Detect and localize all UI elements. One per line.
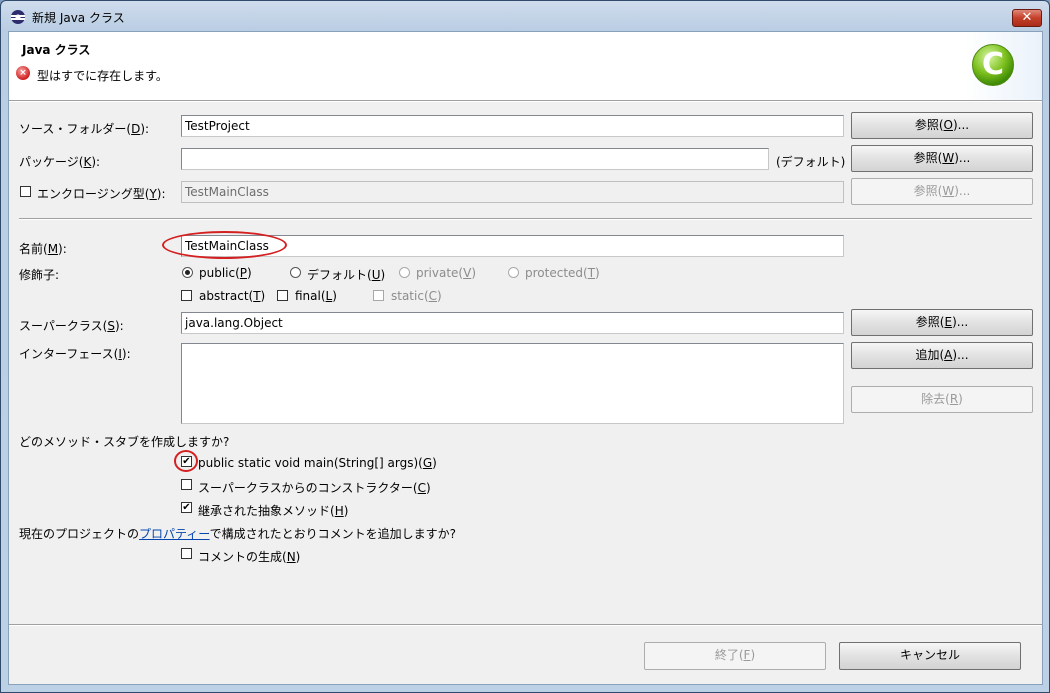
modifiers-label: 修飾子: — [19, 268, 60, 282]
comments-question: 現在のプロジェクトのプロパティーで構成されたとおりコメントを追加しますか? — [19, 527, 456, 541]
inherited-methods-checkbox[interactable]: ✔ — [181, 502, 192, 513]
inherited-methods-label: 継承された抽象メソッド(H) — [198, 504, 349, 518]
window-title: 新規 Java クラス — [32, 11, 125, 25]
class-c-icon: C — [972, 44, 1014, 86]
interfaces-list[interactable] — [181, 343, 844, 424]
constructors-label: スーパークラスからのコンストラクター(C) — [198, 481, 431, 495]
enclosing-type-browse-button[interactable]: 参照(W)... — [851, 178, 1033, 205]
enclosing-type-checkbox[interactable] — [20, 186, 31, 197]
source-folder-field[interactable]: TestProject — [181, 115, 844, 137]
name-label: 名前(M): — [19, 242, 67, 256]
public-label: public(P) — [199, 266, 252, 280]
package-browse-button[interactable]: 参照(W)... — [851, 145, 1033, 172]
default-radio[interactable] — [290, 267, 301, 278]
protected-label: protected(T) — [525, 266, 600, 280]
highlight-ellipse — [162, 231, 287, 259]
dialog-client: Java クラス × 型はすでに存在します。 C ソース・フォルダー(D): T… — [8, 31, 1043, 685]
abstract-label: abstract(T) — [199, 289, 266, 303]
dialog-window: 新規 Java クラス ✕ Java クラス × 型はすでに存在します。 C ソ… — [0, 0, 1050, 693]
highlight-circle — [174, 450, 198, 472]
interfaces-label: インターフェース(I): — [19, 347, 131, 361]
close-button[interactable]: ✕ — [1012, 9, 1042, 27]
package-label: パッケージ(K): — [19, 155, 101, 169]
finish-button[interactable]: 終了(F) — [644, 642, 826, 670]
private-label: private(V) — [416, 266, 477, 280]
properties-link[interactable]: プロパティー — [139, 527, 210, 541]
enclosing-type-field[interactable]: TestMainClass — [181, 181, 844, 203]
constructors-checkbox[interactable] — [181, 479, 192, 490]
package-default-hint: (デフォルト) — [776, 155, 846, 169]
static-checkbox[interactable] — [373, 290, 384, 301]
generate-comments-label: コメントの生成(N) — [198, 550, 301, 564]
superclass-browse-button[interactable]: 参照(E)... — [851, 309, 1033, 336]
private-radio[interactable] — [399, 267, 410, 278]
final-checkbox[interactable] — [277, 290, 288, 301]
main-method-label: public static void main(String[] args)(G… — [198, 456, 437, 470]
page-title: Java クラス — [22, 43, 91, 57]
superclass-label: スーパークラス(S): — [19, 319, 124, 333]
enclosing-type-label: エンクロージング型(Y): — [37, 187, 166, 201]
final-label: final(L) — [295, 289, 337, 303]
default-label: デフォルト(U) — [307, 268, 386, 282]
source-folder-label: ソース・フォルダー(D): — [19, 122, 150, 136]
protected-radio[interactable] — [508, 267, 519, 278]
static-label: static(C) — [391, 289, 442, 303]
error-message: 型はすでに存在します。 — [37, 69, 168, 83]
superclass-field[interactable]: java.lang.Object — [181, 312, 844, 334]
generate-comments-checkbox[interactable] — [181, 548, 192, 559]
package-field[interactable] — [181, 148, 769, 170]
cancel-button[interactable]: キャンセル — [839, 642, 1021, 670]
banner-divider — [9, 100, 1042, 102]
source-folder-browse-button[interactable]: 参照(O)... — [851, 112, 1033, 139]
abstract-checkbox[interactable] — [181, 290, 192, 301]
interface-add-button[interactable]: 追加(A)... — [851, 342, 1033, 369]
footer-divider — [9, 624, 1042, 626]
interface-remove-button[interactable]: 除去(R) — [851, 386, 1033, 413]
title-bar[interactable]: 新規 Java クラス ✕ — [1, 1, 1049, 31]
eclipse-icon — [11, 10, 25, 24]
wizard-banner: Java クラス × 型はすでに存在します。 C — [9, 32, 1042, 100]
section-divider — [19, 218, 1032, 220]
stubs-question: どのメソッド・スタブを作成しますか? — [19, 435, 230, 449]
class-wizard-logo: C — [965, 32, 1042, 100]
public-radio[interactable] — [182, 267, 193, 278]
error-icon: × — [16, 66, 30, 80]
